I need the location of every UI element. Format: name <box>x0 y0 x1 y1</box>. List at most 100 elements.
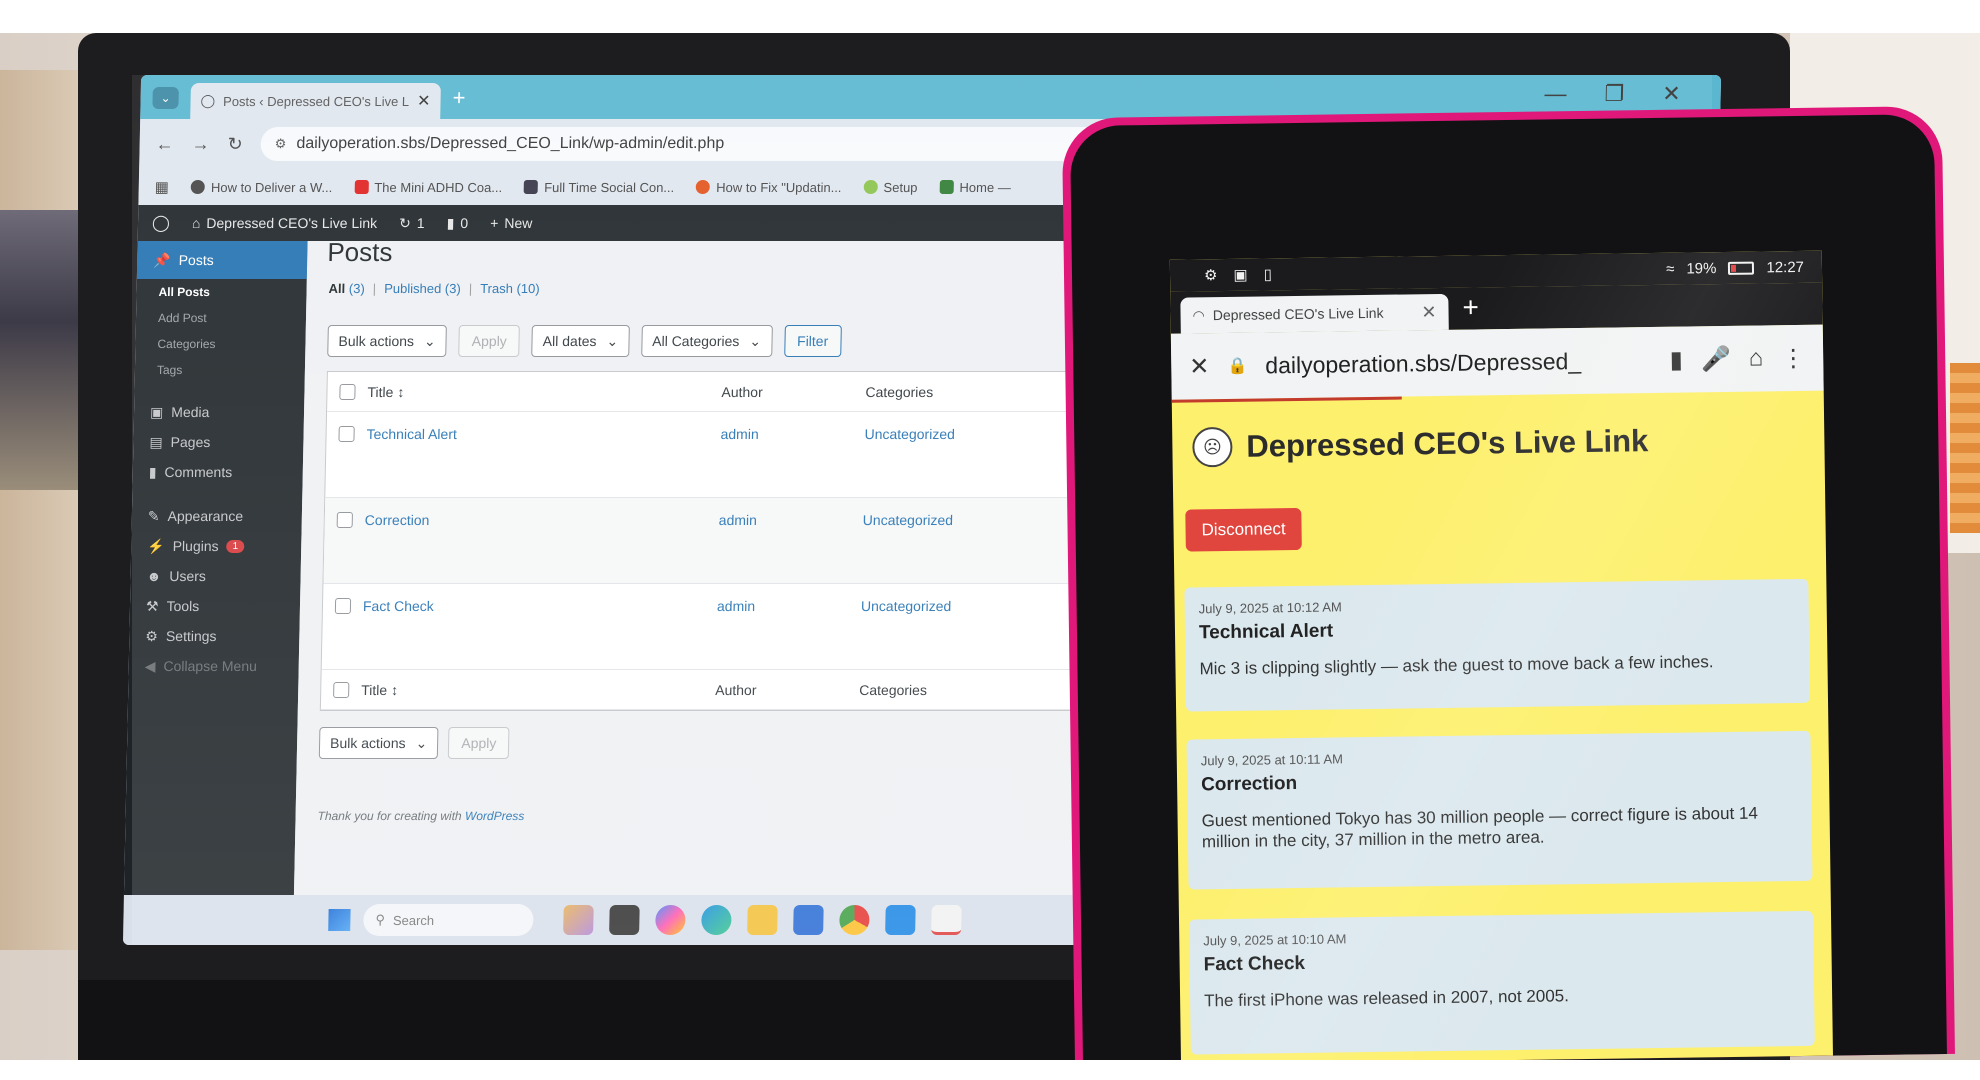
sidebar-sub-all-posts[interactable]: All Posts <box>136 279 307 305</box>
sidebar-item-pages[interactable]: ▤ Pages <box>133 427 304 457</box>
store-icon[interactable] <box>793 905 824 935</box>
bookmark-2[interactable]: The Mini ADHD Coa... <box>354 180 502 195</box>
bookmark-icon[interactable]: ▮ <box>1669 345 1683 374</box>
wordpress-link[interactable]: WordPress <box>465 809 525 823</box>
category-filter-select[interactable]: All Categories ⌄ <box>640 325 773 357</box>
wordpress-logo-icon[interactable]: ◯ <box>152 213 170 233</box>
post-author-link[interactable]: admin <box>720 426 864 442</box>
apps-icon[interactable]: ▦ <box>155 178 170 196</box>
sidebar-sub-add-post[interactable]: Add Post <box>136 305 307 331</box>
sidebar-item-comments[interactable]: ▮ Comments <box>132 457 303 487</box>
sidebar-sub-tags[interactable]: Tags <box>135 357 306 383</box>
table-filters-bottom: Bulk actions ⌄ Apply <box>318 727 510 759</box>
taskbar-search[interactable]: ⚲ Search <box>363 904 534 936</box>
page-title: Posts <box>327 237 393 267</box>
new-tab-button[interactable]: + <box>1462 291 1479 323</box>
vscode-icon[interactable] <box>885 905 916 935</box>
browser-url[interactable]: dailyoperation.sbs/Depressed_ <box>1265 347 1652 379</box>
bulk-actions-select-bottom[interactable]: Bulk actions ⌄ <box>318 727 439 759</box>
admin-bar-new[interactable]: + New <box>490 215 533 231</box>
chrome-active-tab[interactable]: ◯ Posts ‹ Depressed CEO's Live Li ✕ <box>190 83 441 119</box>
sidebar-item-plugins[interactable]: ⚡ Plugins 1 <box>131 531 302 561</box>
post-title-link[interactable]: Technical Alert <box>366 426 720 442</box>
address-bar[interactable]: ⚙ dailyoperation.sbs/Depressed_CEO_Link/… <box>260 127 1102 161</box>
sidebar-item-appearance[interactable]: ✎ Appearance <box>132 501 303 531</box>
view-all-count: (3) <box>348 281 365 296</box>
browser-active-tab[interactable]: ◠ Depressed CEO's Live Link ✕ <box>1180 293 1449 334</box>
row-checkbox[interactable] <box>323 598 363 614</box>
forward-icon[interactable]: → <box>191 134 209 155</box>
site-header: ☹ Depressed CEO's Live Link <box>1192 421 1649 468</box>
row-checkbox[interactable] <box>326 426 366 442</box>
sidebar-item-settings[interactable]: ⚙ Settings <box>129 621 300 651</box>
apply-button-bottom[interactable]: Apply <box>448 727 510 759</box>
view-published[interactable]: Published (3) <box>384 281 461 296</box>
admin-bar-updates[interactable]: ↻ 1 <box>399 215 425 232</box>
reload-icon[interactable]: ↻ <box>227 134 243 155</box>
post-title-link[interactable]: Fact Check <box>363 598 717 614</box>
sidebar-item-users[interactable]: ☻ Users <box>130 561 301 591</box>
column-title-footer[interactable]: Title ↕ <box>361 682 715 698</box>
row-checkbox[interactable] <box>325 512 365 528</box>
bookmark-5[interactable]: Setup <box>863 180 918 195</box>
sidebar-sub-categories[interactable]: Categories <box>135 331 306 357</box>
tab-search-button[interactable]: ⌄ <box>152 87 179 109</box>
admin-bar-site[interactable]: ⌂ Depressed CEO's Live Link <box>192 215 378 231</box>
restore-icon[interactable]: ❐ <box>1604 81 1624 107</box>
column-categories-header: Categories <box>865 383 934 400</box>
bookmark-1[interactable]: How to Deliver a W... <box>190 180 332 195</box>
post-author-link[interactable]: admin <box>717 598 861 614</box>
post-title: Correction <box>1200 773 1298 796</box>
edge-icon[interactable] <box>701 905 732 935</box>
site-logo-icon: ☹ <box>1192 426 1233 468</box>
close-tab-icon[interactable]: ✕ <box>1421 302 1436 323</box>
view-all-label: All <box>328 281 346 296</box>
bookmark-6[interactable]: Home — <box>939 180 1011 195</box>
bulk-actions-select[interactable]: Bulk actions ⌄ <box>327 325 448 357</box>
new-tab-button[interactable]: + <box>452 85 465 111</box>
home-icon[interactable]: ⌂ <box>1749 344 1764 372</box>
brush-icon: ✎ <box>147 507 160 524</box>
app-icon[interactable] <box>931 905 962 935</box>
bookmark-3[interactable]: Full Time Social Con... <box>524 180 674 195</box>
more-menu-icon[interactable]: ⋮ <box>1781 343 1805 372</box>
sidebar-item-posts[interactable]: 📌 Posts <box>136 241 308 279</box>
post-category-link[interactable]: Uncategorized <box>861 598 1061 614</box>
lock-icon[interactable]: 🔒 <box>1227 356 1247 376</box>
user-icon: ☻ <box>146 568 162 584</box>
view-all[interactable]: All (3) <box>328 281 364 296</box>
admin-bar-comments[interactable]: ▮ 0 <box>446 215 469 232</box>
disconnect-button[interactable]: Disconnect <box>1185 507 1302 552</box>
date-filter-select[interactable]: All dates ⌄ <box>531 325 630 357</box>
site-info-icon[interactable]: ⚙ <box>275 136 287 152</box>
post-title-link[interactable]: Correction <box>365 512 719 528</box>
post-author-link[interactable]: admin <box>719 512 863 528</box>
chrome-icon[interactable] <box>839 905 870 935</box>
close-tab-icon[interactable]: ✕ <box>417 91 431 111</box>
terminal-icon[interactable] <box>609 905 640 935</box>
sidebar-collapse-menu[interactable]: ◀ Collapse Menu <box>128 651 299 681</box>
stop-loading-icon[interactable]: ✕ <box>1189 352 1210 381</box>
select-all-checkbox[interactable] <box>327 383 367 400</box>
close-window-icon[interactable]: ✕ <box>1662 81 1681 107</box>
media-icon: ▣ <box>149 403 164 420</box>
pages-icon: ▤ <box>149 433 163 450</box>
filter-button[interactable]: Filter <box>783 325 842 357</box>
view-trash[interactable]: Trash (10) <box>480 281 540 296</box>
minimize-icon[interactable]: — <box>1544 81 1567 107</box>
select-all-checkbox-bottom[interactable] <box>321 681 361 698</box>
back-icon[interactable]: ← <box>155 134 173 155</box>
sidebar-item-tools[interactable]: ⚒ Tools <box>130 591 301 621</box>
sidebar-item-media[interactable]: ▣ Media <box>134 397 305 427</box>
plugins-update-badge: 1 <box>226 539 245 553</box>
copilot-icon[interactable] <box>655 905 686 935</box>
post-category-link[interactable]: Uncategorized <box>864 426 1064 442</box>
post-category-link[interactable]: Uncategorized <box>863 512 1063 528</box>
apply-button[interactable]: Apply <box>458 325 521 357</box>
file-explorer-icon[interactable] <box>747 905 778 935</box>
windows-start-icon[interactable] <box>328 909 351 931</box>
bookmark-4[interactable]: How to Fix "Updatin... <box>696 180 842 195</box>
column-title-header[interactable]: Title ↕ <box>367 384 721 400</box>
microphone-icon[interactable]: 🎤 <box>1701 344 1731 373</box>
pen-app-icon[interactable] <box>563 905 594 935</box>
